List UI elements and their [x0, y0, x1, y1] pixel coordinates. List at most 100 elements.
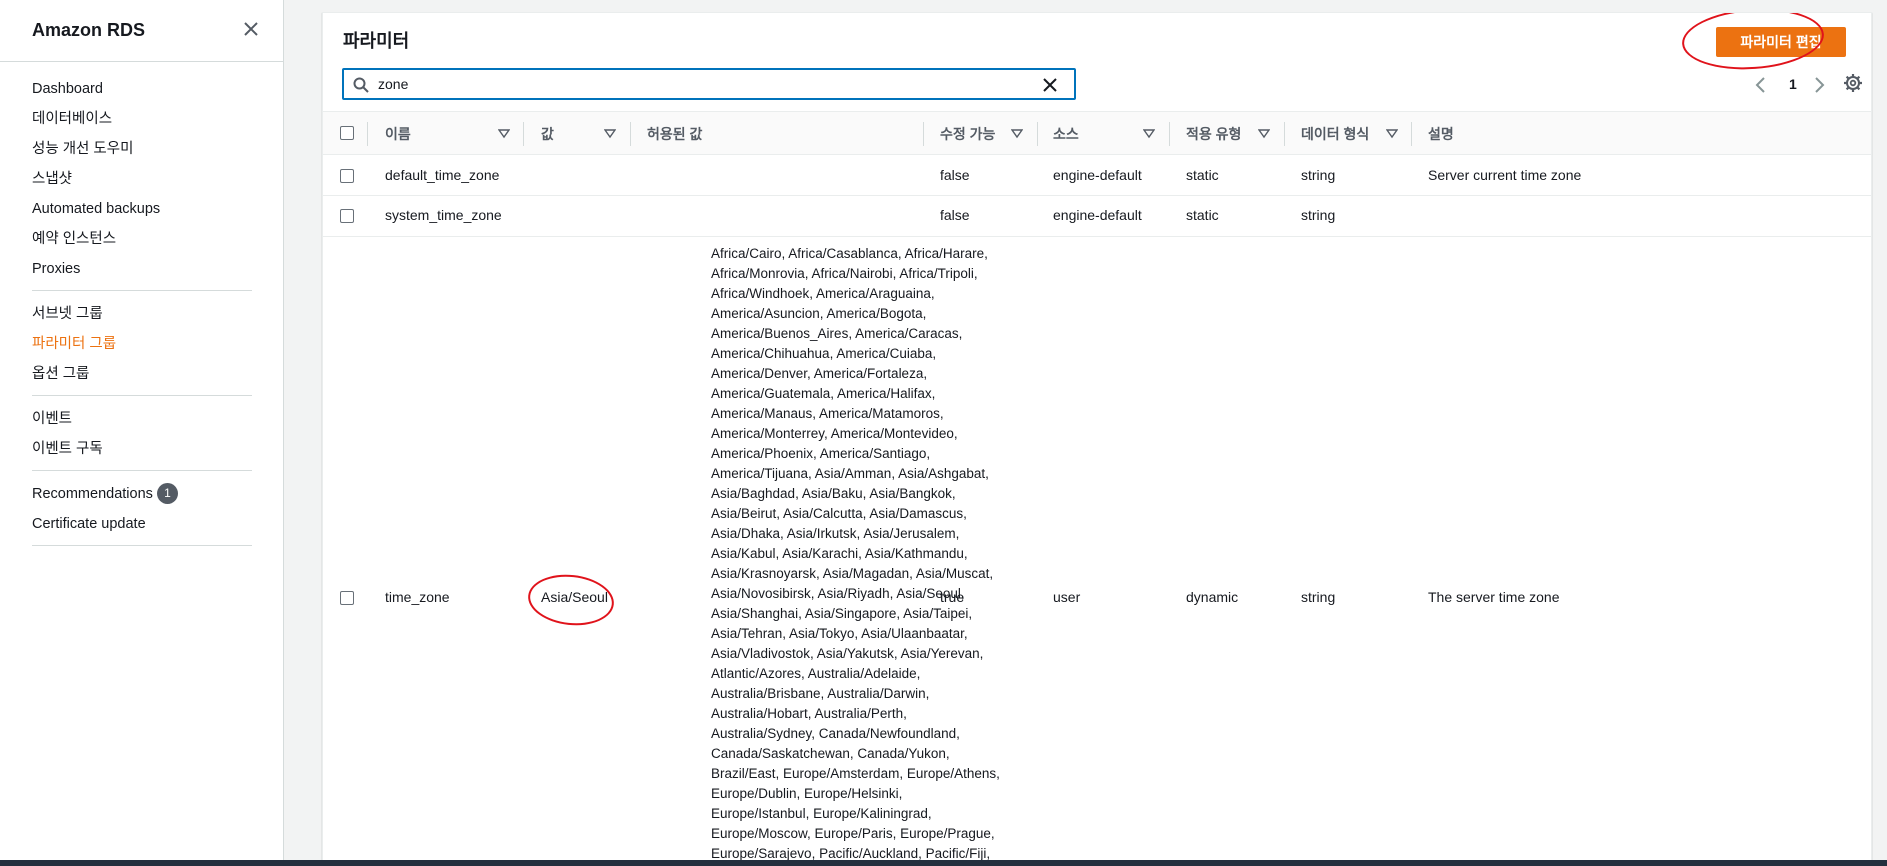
column-header-allowed-values[interactable]: 허용된 값: [647, 112, 702, 156]
allowed-value-line: America/Guatemala, America/Halifax,: [711, 386, 936, 401]
nav-divider: [32, 395, 252, 396]
column-divider: [1169, 122, 1170, 146]
side-navigation-list: Dashboard 데이터베이스 성능 개선 도우미 스냅샷 Automated…: [32, 74, 252, 554]
allowed-value-line: Asia/Dhaka, Asia/Irkutsk, Asia/Jerusalem…: [711, 526, 960, 541]
column-header-source[interactable]: 소스: [1053, 112, 1079, 156]
allowed-value-line: America/Denver, America/Fortaleza,: [711, 366, 928, 381]
row-checkbox[interactable]: [340, 209, 354, 223]
cell-value: Asia/Seoul: [541, 589, 608, 605]
cell-apply-type: static: [1186, 207, 1219, 223]
allowed-value-line: America/Asuncion, America/Bogota,: [711, 306, 927, 321]
cell-allowed-values: Africa/Cairo, Africa/Casablanca, Africa/…: [711, 244, 1021, 864]
page-number[interactable]: 1: [1789, 76, 1797, 92]
gear-icon[interactable]: [1843, 73, 1863, 93]
cell-description: Server current time zone: [1428, 167, 1582, 183]
sort-down-icon[interactable]: [1143, 129, 1155, 139]
nav-performance-insights[interactable]: 성능 개선 도우미: [32, 134, 252, 164]
allowed-value-line: America/Manaus, America/Matamoros,: [711, 406, 944, 421]
allowed-value-line: America/Chihuahua, America/Cuiaba,: [711, 346, 937, 361]
row-checkbox[interactable]: [340, 591, 354, 605]
column-divider: [1037, 122, 1038, 146]
allowed-value-line: Atlantic/Azores, Australia/Adelaide,: [711, 666, 921, 681]
column-divider: [1284, 122, 1285, 146]
allowed-value-line: Asia/Shanghai, Asia/Singapore, Asia/Taip…: [711, 606, 973, 621]
table-row[interactable]: time_zone Asia/Seoul Africa/Cairo, Afric…: [323, 238, 1871, 865]
column-divider: [923, 122, 924, 146]
column-header-description[interactable]: 설명: [1428, 112, 1454, 156]
nav-divider: [32, 290, 252, 291]
column-header-value[interactable]: 값: [541, 112, 554, 156]
chevron-left-icon[interactable]: [1753, 76, 1769, 94]
nav-reserved-instances[interactable]: 예약 인스턴스: [32, 224, 252, 254]
cell-data-type: string: [1301, 589, 1336, 605]
column-divider: [367, 122, 368, 146]
service-title[interactable]: Amazon RDS: [32, 20, 145, 41]
allowed-value-line: Asia/Tehran, Asia/Tokyo, Asia/Ulaanbaata…: [711, 626, 968, 641]
search-input[interactable]: [378, 73, 1018, 95]
chevron-right-icon[interactable]: [1811, 76, 1827, 94]
nav-certificate-update[interactable]: Certificate update: [32, 509, 252, 539]
allowed-value-line: Europe/Dublin, Europe/Helsinki,: [711, 786, 903, 801]
nav-automated-backups[interactable]: Automated backups: [32, 194, 252, 224]
nav-divider: [32, 470, 252, 471]
allowed-value-line: Europe/Moscow, Europe/Paris, Europe/Prag…: [711, 826, 995, 841]
sort-down-icon[interactable]: [1011, 129, 1023, 139]
select-all-checkbox[interactable]: [340, 126, 354, 140]
column-header-modifiable[interactable]: 수정 가능: [940, 112, 995, 156]
panel-title: 파라미터: [343, 31, 410, 51]
allowed-value-line: Asia/Beirut, Asia/Calcutta, Asia/Damascu…: [711, 506, 967, 521]
allowed-value-line: Asia/Novosibirsk, Asia/Riyadh, Asia/Seou…: [711, 586, 965, 601]
search-icon: [353, 77, 369, 93]
side-navigation-header: Amazon RDS: [0, 0, 283, 62]
cell-modifiable: false: [940, 167, 970, 183]
allowed-value-line: Brazil/East, Europe/Amsterdam, Europe/At…: [711, 766, 1000, 781]
nav-recommendations[interactable]: Recommendations 1: [32, 479, 252, 509]
allowed-value-line: Australia/Sydney, Canada/Newfoundland,: [711, 726, 960, 741]
allowed-value-line: Asia/Baghdad, Asia/Baku, Asia/Bangkok,: [711, 486, 956, 501]
nav-events[interactable]: 이벤트: [32, 404, 252, 434]
sort-down-icon[interactable]: [1386, 129, 1398, 139]
allowed-value-line: Africa/Monrovia, Africa/Nairobi, Africa/…: [711, 266, 978, 281]
main-content: 파라미터 파라미터 편집 1 이름 값 허용된 값: [284, 0, 1887, 866]
cell-modifiable: false: [940, 207, 970, 223]
column-divider: [630, 122, 631, 146]
close-icon[interactable]: [240, 18, 262, 40]
allowed-value-line: Asia/Kabul, Asia/Karachi, Asia/Kathmandu…: [711, 546, 968, 561]
nav-subnet-groups[interactable]: 서브넷 그룹: [32, 299, 252, 329]
edit-parameters-button[interactable]: 파라미터 편집: [1716, 27, 1846, 57]
window-bottom-edge: [0, 860, 1887, 866]
nav-dashboard[interactable]: Dashboard: [32, 74, 252, 104]
nav-divider: [32, 545, 252, 546]
nav-recommendations-label: Recommendations: [32, 486, 153, 502]
cell-modifiable: true: [940, 589, 965, 605]
column-header-data-type[interactable]: 데이터 형식: [1301, 112, 1369, 156]
nav-parameter-groups[interactable]: 파라미터 그룹: [32, 329, 252, 359]
sort-down-icon[interactable]: [498, 129, 510, 139]
column-divider: [523, 122, 524, 146]
column-header-name[interactable]: 이름: [385, 112, 411, 156]
allowed-value-line: Africa/Cairo, Africa/Casablanca, Africa/…: [711, 246, 988, 261]
allowed-value-line: America/Monterrey, America/Montevideo,: [711, 426, 958, 441]
nav-snapshots[interactable]: 스냅샷: [32, 164, 252, 194]
table-row[interactable]: system_time_zone false engine-default st…: [323, 197, 1871, 237]
table-row[interactable]: default_time_zone false engine-default s…: [323, 156, 1871, 196]
row-checkbox[interactable]: [340, 169, 354, 183]
cell-data-type: string: [1301, 207, 1336, 223]
cell-name: time_zone: [385, 589, 450, 605]
clear-icon[interactable]: [1041, 76, 1059, 94]
allowed-value-line: Europe/Istanbul, Europe/Kaliningrad,: [711, 806, 932, 821]
nav-option-groups[interactable]: 옵션 그룹: [32, 359, 252, 389]
cell-description: The server time zone: [1428, 589, 1560, 605]
column-header-apply-type[interactable]: 적용 유형: [1186, 112, 1241, 156]
nav-event-subscriptions[interactable]: 이벤트 구독: [32, 434, 252, 464]
table-header: 이름 값 허용된 값 수정 가능 소스 적용 유형 데이터 형식 설명: [323, 111, 1871, 156]
allowed-value-line: Australia/Brisbane, Australia/Darwin,: [711, 686, 930, 701]
nav-databases[interactable]: 데이터베이스: [32, 104, 252, 134]
cell-apply-type: dynamic: [1186, 589, 1239, 605]
nav-proxies[interactable]: Proxies: [32, 254, 252, 284]
cell-source: engine-default: [1053, 207, 1142, 223]
sort-down-icon[interactable]: [604, 129, 616, 139]
allowed-value-line: Africa/Windhoek, America/Araguaina,: [711, 286, 935, 301]
search-field[interactable]: [342, 68, 1076, 100]
sort-down-icon[interactable]: [1258, 129, 1270, 139]
